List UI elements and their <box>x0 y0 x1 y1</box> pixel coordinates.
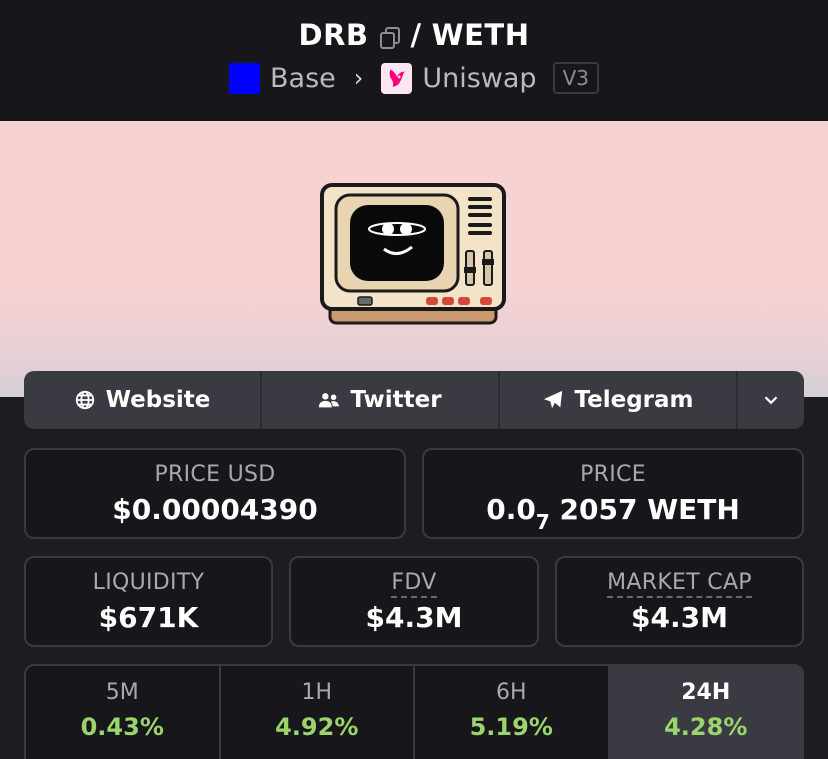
version-badge: V3 <box>552 62 599 94</box>
uniswap-logo-icon <box>381 62 413 94</box>
fdv-label: FDV <box>291 570 537 598</box>
telegram-link[interactable]: Telegram <box>500 371 738 429</box>
price-usd-value: $0.00004390 <box>112 493 318 526</box>
liquidity-label: LIQUIDITY <box>92 570 205 595</box>
chain-name[interactable]: Base <box>270 63 336 94</box>
chevron-right-icon: › <box>353 64 364 92</box>
fdv-card[interactable]: FDV $4.3M <box>289 556 539 647</box>
pair-title: DRB / WETH <box>0 18 828 52</box>
liquidity-value: $671K <box>98 601 199 634</box>
base-token-symbol: DRB <box>298 18 369 52</box>
fdv-value: $4.3M <box>365 601 463 634</box>
price-change: 5.19% <box>469 713 553 741</box>
tab-1h[interactable]: 1H 4.92% <box>221 666 415 759</box>
price-change: 4.28% <box>664 713 748 741</box>
chain-dex-row: Base › Uniswap V3 <box>0 62 828 94</box>
tab-label: 5M <box>105 680 139 705</box>
globe-icon <box>75 390 94 410</box>
chevron-down-icon <box>764 396 778 405</box>
timeframe-tabs: 5M 0.43% 1H 4.92% 6H 5.19% 24H 4.28% <box>24 664 804 759</box>
more-links-button[interactable] <box>738 371 804 429</box>
tab-24h[interactable]: 24H 4.28% <box>609 666 802 759</box>
liquidity-card: LIQUIDITY $671K <box>24 556 273 647</box>
base-chain-icon <box>229 62 260 94</box>
market-cap-card[interactable]: MARKET CAP $4.3M <box>555 556 804 647</box>
copy-icon[interactable] <box>379 23 401 49</box>
pair-header: DRB / WETH Base › Uniswap V3 <box>0 0 828 121</box>
price-change: 4.92% <box>275 713 359 741</box>
tab-5m[interactable]: 5M 0.43% <box>26 666 221 759</box>
market-cap-value: $4.3M <box>631 601 728 634</box>
twitter-link[interactable]: Twitter <box>262 371 500 429</box>
users-icon <box>319 393 340 408</box>
social-links-bar: Website Twitter Telegram <box>24 371 804 429</box>
retro-tv-logo-icon <box>320 183 506 325</box>
quote-token-symbol: WETH <box>431 18 530 52</box>
price-usd-card: PRICE USD $0.00004390 <box>24 448 406 539</box>
price-native-card: PRICE 0.07 2057 WETH <box>422 448 804 539</box>
market-cap-label: MARKET CAP <box>557 570 802 598</box>
tab-label: 6H <box>495 680 527 705</box>
price-change: 0.43% <box>80 713 164 741</box>
price-native-label: PRICE <box>580 462 646 487</box>
tab-label: 1H <box>301 680 333 705</box>
telegram-label: Telegram <box>574 387 694 413</box>
tab-6h[interactable]: 6H 5.19% <box>415 666 610 759</box>
dex-name[interactable]: Uniswap <box>422 63 536 94</box>
paper-plane-icon <box>544 390 563 409</box>
price-native-value: 0.07 2057 WETH <box>486 493 740 534</box>
website-label: Website <box>105 387 211 413</box>
token-banner <box>0 121 828 397</box>
twitter-label: Twitter <box>350 387 442 413</box>
pair-separator: / <box>410 18 422 52</box>
tab-label: 24H <box>681 680 731 705</box>
website-link[interactable]: Website <box>24 371 262 429</box>
price-usd-label: PRICE USD <box>154 462 276 487</box>
